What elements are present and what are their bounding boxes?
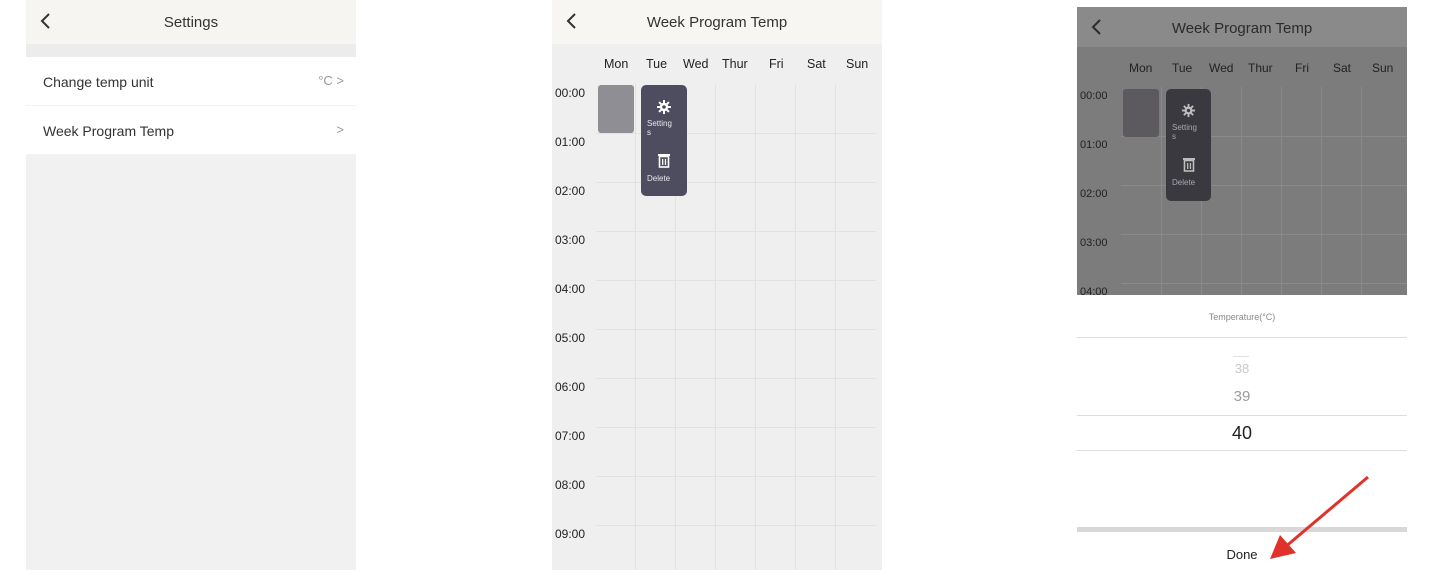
block-action-popup: Setting s Delete <box>1166 89 1211 201</box>
grid-line <box>1241 87 1242 295</box>
week-program-screen: Week Program Temp Mon Tue Wed Thur Fri S… <box>552 0 882 570</box>
day-header-thur: Thur <box>1248 61 1273 75</box>
grid-line <box>635 84 636 570</box>
grid-line <box>715 84 716 570</box>
grid-line <box>596 280 876 281</box>
day-header-mon: Mon <box>1129 61 1153 75</box>
picker-option[interactable]: 38 <box>1077 361 1407 376</box>
nav-bar: Week Program Temp <box>552 0 882 44</box>
grid-line <box>596 427 876 428</box>
dimmed-schedule: Week Program Temp Mon Tue Wed Thur Fri S… <box>1077 7 1407 298</box>
grid-line <box>596 231 876 232</box>
time-label: 07:00 <box>555 429 586 443</box>
grid-line <box>596 476 876 477</box>
page-title: Settings <box>163 14 219 31</box>
picker-option[interactable]: 39 <box>1077 388 1407 405</box>
settings-action-label-wrap: s <box>1172 132 1176 141</box>
grid-line <box>755 84 756 570</box>
row-label: Change temp unit <box>43 74 154 90</box>
time-label: 08:00 <box>555 478 586 492</box>
nav-bar: Settings <box>26 0 356 44</box>
time-label: 06:00 <box>555 380 586 394</box>
schedule-block[interactable] <box>598 85 634 133</box>
day-header-thur: Thur <box>722 57 748 71</box>
time-label: 01:00 <box>555 135 586 149</box>
change-temp-unit-row[interactable]: Change temp unit °C > <box>26 57 356 105</box>
settings-action-label[interactable]: Setting <box>647 119 672 128</box>
day-header-tue: Tue <box>1172 61 1193 75</box>
settings-screen: Settings Change temp unit °C > Week Prog… <box>26 0 356 570</box>
grid-line <box>1121 185 1407 186</box>
annotation-arrow-icon <box>1270 475 1369 559</box>
picker-title: Temperature(°C) <box>1208 312 1276 322</box>
block-action-popup: Setting s Delete <box>641 85 687 196</box>
chevron-right-icon: > <box>336 73 344 88</box>
grid-line <box>1121 136 1407 137</box>
settings-action-label-wrap: s <box>647 128 651 137</box>
trash-icon[interactable] <box>657 153 671 168</box>
grid-line <box>596 133 876 134</box>
grid-line <box>1281 87 1282 295</box>
page-title: Week Program Temp <box>1171 20 1313 37</box>
row-value: °C > <box>318 73 344 88</box>
week-program-temp-row[interactable]: Week Program Temp > <box>26 106 356 154</box>
temp-picker-screen: Week Program Temp Mon Tue Wed Thur Fri S… <box>1077 7 1407 574</box>
day-header-sun: Sun <box>1372 61 1394 75</box>
schedule-block <box>1123 89 1159 137</box>
time-label: 05:00 <box>555 331 586 345</box>
grid-line <box>1121 283 1407 284</box>
divider <box>1077 337 1407 338</box>
page-title: Week Program Temp <box>646 14 788 31</box>
picker-fade-mark <box>1233 356 1249 357</box>
time-label: 02:00 <box>555 184 586 198</box>
day-header-sun: Sun <box>846 57 869 71</box>
delete-action-label[interactable]: Delete <box>647 174 670 183</box>
grid-line <box>596 378 876 379</box>
time-label: 04:00 <box>555 282 586 296</box>
picker-selected-option[interactable]: 40 <box>1077 423 1407 444</box>
day-header-fri: Fri <box>1295 61 1309 75</box>
time-label: 02:00 <box>1080 188 1108 200</box>
time-label: 00:00 <box>1080 90 1108 102</box>
grid-line <box>596 525 876 526</box>
day-header-sat: Sat <box>1333 61 1352 75</box>
chevron-right-icon: > <box>336 122 344 137</box>
grid-line <box>1361 87 1362 295</box>
time-label: 03:00 <box>555 233 586 247</box>
day-header-wed: Wed <box>683 57 709 71</box>
day-header-mon: Mon <box>604 57 629 71</box>
time-label: 01:00 <box>1080 139 1108 151</box>
empty-area <box>26 155 356 570</box>
section-gap <box>26 44 356 57</box>
time-label: 09:00 <box>555 527 586 541</box>
grid-line <box>1321 87 1322 295</box>
time-label: 03:00 <box>1080 237 1108 249</box>
gear-icon <box>1181 103 1196 118</box>
settings-action-label: Setting <box>1172 123 1197 132</box>
day-header-tue: Tue <box>646 57 668 71</box>
grid-line <box>1121 234 1407 235</box>
day-header-wed: Wed <box>1209 61 1234 75</box>
grid-line <box>596 182 876 183</box>
grid-line <box>596 329 876 330</box>
grid-line <box>1161 87 1162 295</box>
delete-action-label: Delete <box>1172 178 1196 187</box>
nav-bar: Week Program Temp <box>1077 7 1407 47</box>
divider <box>1077 450 1407 451</box>
trash-icon <box>1183 158 1195 172</box>
temp-unit-value: °C <box>318 73 333 88</box>
divider <box>1077 415 1407 416</box>
day-header-sat: Sat <box>807 57 826 71</box>
grid-line <box>835 84 836 570</box>
row-label: Week Program Temp <box>43 123 174 139</box>
day-header-fri: Fri <box>769 57 784 71</box>
grid-line <box>795 84 796 570</box>
time-label: 00:00 <box>555 86 586 100</box>
gear-icon[interactable] <box>656 99 672 115</box>
